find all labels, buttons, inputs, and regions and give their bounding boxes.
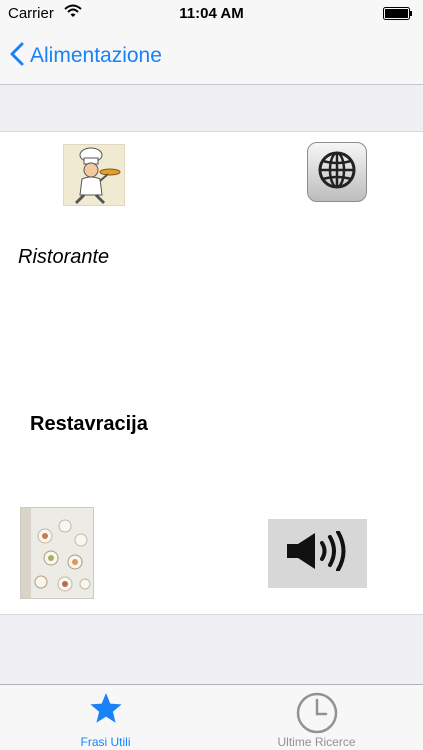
status-bar: Carrier 11:04 AM bbox=[0, 0, 423, 28]
back-button-label: Alimentazione bbox=[30, 44, 162, 67]
chevron-left-icon bbox=[10, 42, 30, 71]
chef-illustration-image bbox=[63, 144, 125, 206]
phrase-detail-panel: Ristorante Restavracija bbox=[0, 131, 423, 615]
battery-icon bbox=[383, 7, 413, 24]
tab-ultime-ricerce[interactable]: Ultime Ricerce bbox=[211, 685, 422, 750]
back-button[interactable]: Alimentazione bbox=[10, 40, 162, 72]
globe-icon bbox=[317, 150, 357, 195]
tab-label: Frasi Utili bbox=[80, 735, 131, 749]
tab-frasi-utili[interactable]: Frasi Utili bbox=[0, 685, 211, 750]
speaker-icon bbox=[285, 530, 351, 576]
translated-phrase-text: Restavracija bbox=[30, 413, 148, 435]
globe-button[interactable] bbox=[307, 142, 367, 202]
status-time: 11:04 AM bbox=[179, 5, 244, 22]
tab-label: Ultime Ricerce bbox=[277, 735, 356, 749]
play-audio-button[interactable] bbox=[268, 519, 367, 588]
cookbook-cover-image bbox=[20, 507, 94, 599]
navigation-bar: Alimentazione bbox=[0, 28, 423, 85]
tab-bar: Frasi Utili Ultime Ricerce bbox=[0, 684, 423, 750]
source-phrase-text: Ristorante bbox=[18, 246, 110, 268]
